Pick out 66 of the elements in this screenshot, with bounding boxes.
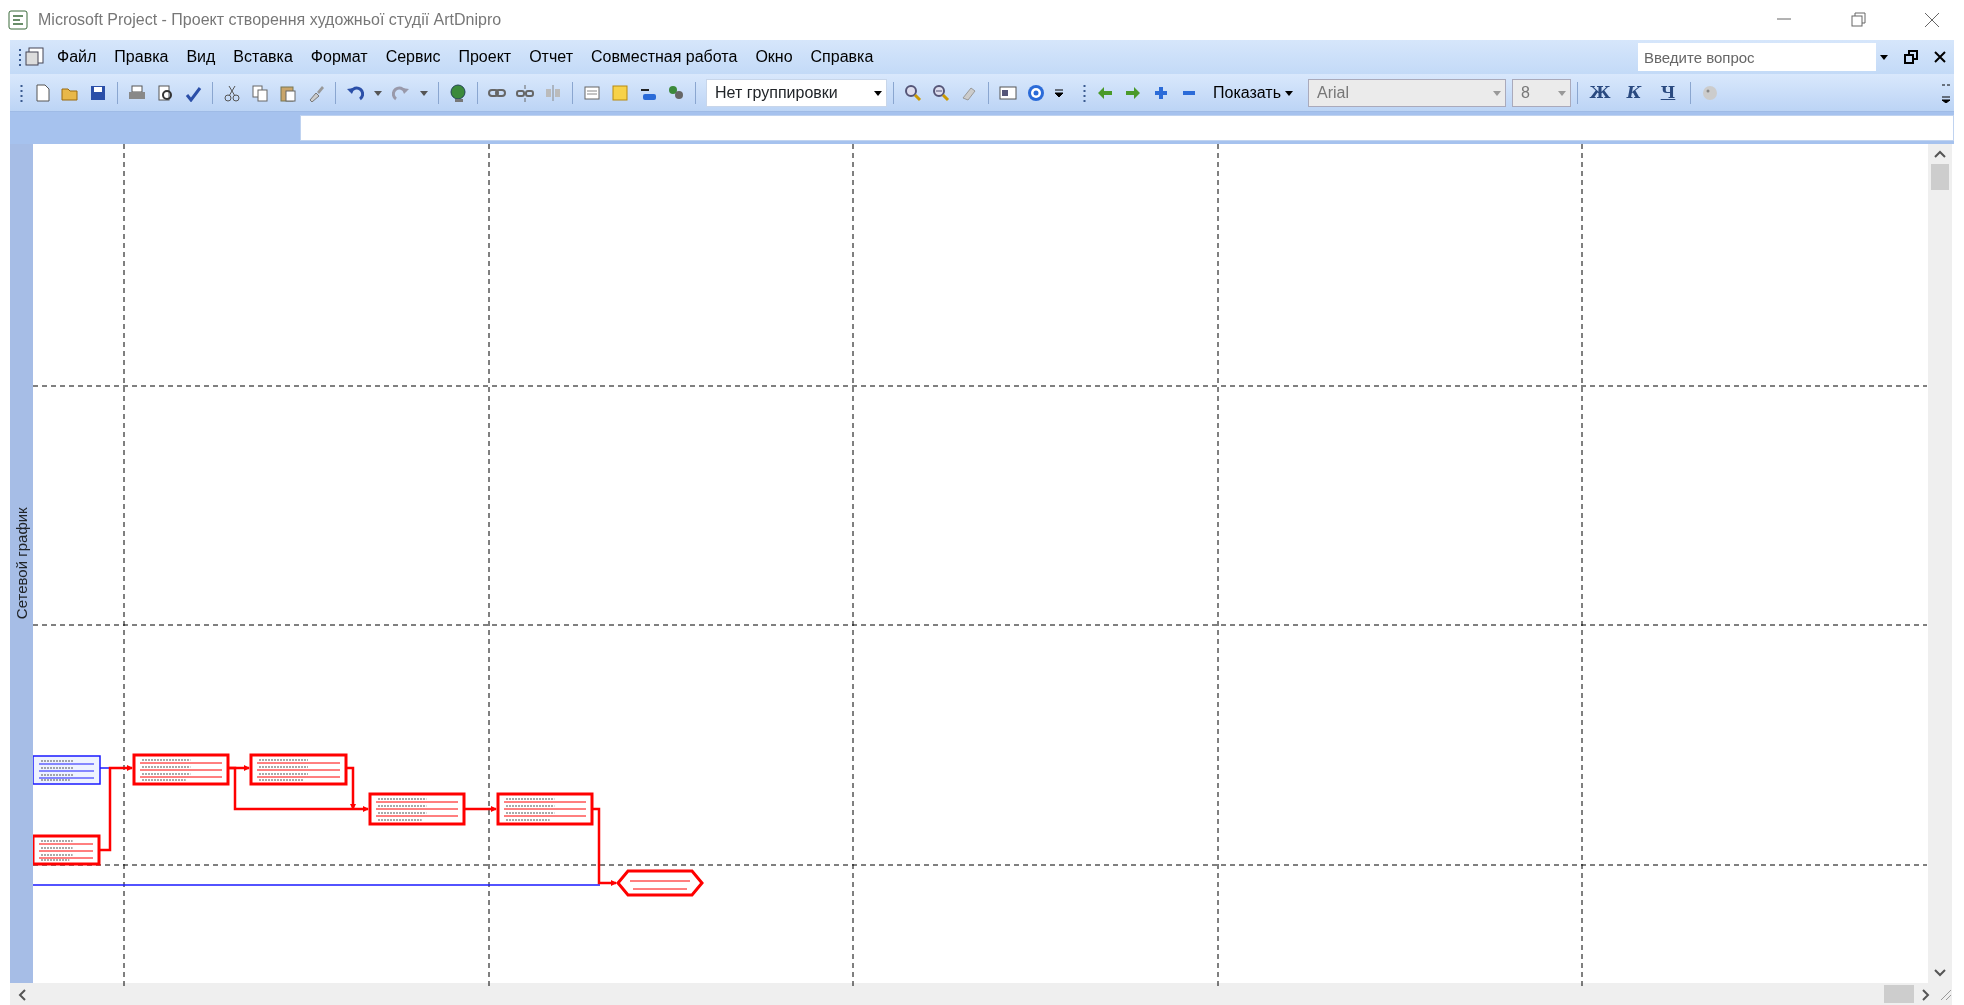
document-menu-icon[interactable] [25, 47, 45, 67]
menu-item[interactable]: Вид [177, 42, 225, 72]
show-button[interactable]: Показать [1204, 77, 1302, 108]
dropdown-caret-icon [1558, 90, 1566, 96]
menu-item[interactable]: Сервис [376, 42, 450, 72]
scrollbar-thumb[interactable] [1931, 164, 1949, 190]
resize-grip-icon[interactable] [1938, 987, 1952, 1001]
toolbar-options-icon[interactable] [1942, 83, 1950, 104]
menu-item[interactable]: Проект [449, 42, 521, 72]
zoom-in-icon[interactable] [904, 83, 922, 102]
milestone-node[interactable] [616, 869, 704, 897]
connector-arrow [464, 806, 497, 812]
print-preview-icon[interactable] [156, 83, 174, 102]
print-icon[interactable] [128, 83, 146, 102]
menu-item[interactable]: Отчет [520, 42, 582, 72]
task-node[interactable] [249, 753, 348, 786]
task-node[interactable] [33, 834, 101, 866]
scroll-up-icon[interactable] [1934, 150, 1946, 158]
task-node[interactable] [132, 753, 230, 786]
task-node[interactable] [368, 792, 466, 826]
unlink-icon[interactable] [516, 83, 534, 102]
menu-item[interactable]: Справка [801, 42, 883, 72]
menu-item[interactable]: Окно [746, 42, 802, 72]
menu-item[interactable]: Файл [48, 42, 106, 72]
menu-item[interactable]: Правка [105, 42, 178, 72]
toolbar-grip-icon [1083, 83, 1086, 104]
save-icon[interactable] [89, 83, 107, 102]
italic-button[interactable]: К [1618, 78, 1650, 107]
task-node[interactable] [496, 792, 594, 826]
underline-button[interactable]: Ч [1652, 78, 1684, 107]
brush-icon[interactable] [307, 83, 325, 102]
menu-item[interactable]: Совместная работа [581, 42, 747, 72]
toolbar-options-icon[interactable] [1055, 88, 1063, 99]
connector-line [99, 767, 111, 769]
paste-icon[interactable] [279, 83, 297, 102]
menu-item[interactable]: Формат [301, 42, 377, 72]
menu-item[interactable]: Вставка [224, 42, 302, 72]
view-bar-label: Сетевой график [11, 507, 31, 620]
toolbar-grip-icon [20, 83, 23, 104]
dropdown-caret-icon [1493, 90, 1501, 96]
entry-field[interactable] [300, 115, 1954, 141]
window-title: Microsoft Project - Проект створення художньої студії ArtDnipro [38, 10, 502, 30]
dropdown-caret-icon [1285, 90, 1293, 96]
help-search-field[interactable]: Введите вопрос [1638, 43, 1876, 71]
copy-icon[interactable] [251, 83, 269, 102]
app-icon [8, 10, 28, 30]
close-icon[interactable] [1934, 51, 1946, 63]
grouping-dropdown[interactable]: Нет группировки [706, 78, 887, 107]
dropdown-caret-icon [874, 90, 882, 96]
scrollbar-thumb[interactable] [1884, 985, 1914, 1003]
globe-icon[interactable] [449, 83, 467, 102]
task-node[interactable] [33, 755, 101, 785]
scroll-right-icon[interactable] [1922, 988, 1930, 1001]
restore-window-icon[interactable] [1904, 50, 1918, 64]
restore-icon[interactable] [1849, 11, 1867, 29]
bold-button[interactable]: Ж [1584, 78, 1616, 107]
zoom-out-icon[interactable] [932, 83, 950, 102]
cut-icon[interactable] [223, 83, 241, 102]
scroll-down-icon[interactable] [1934, 969, 1946, 977]
dropdown-caret-icon[interactable] [1880, 54, 1888, 60]
scroll-left-icon[interactable] [18, 988, 26, 1001]
task-info-icon[interactable] [583, 83, 601, 102]
window-icon[interactable] [999, 83, 1017, 102]
menu-grip-icon [18, 47, 22, 67]
help-icon[interactable] [1027, 83, 1045, 102]
new-document-icon[interactable] [33, 83, 51, 102]
